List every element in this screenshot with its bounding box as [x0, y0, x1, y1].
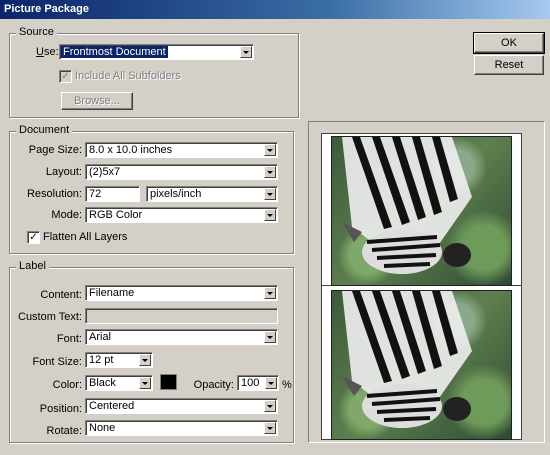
flatten-layers-label: Flatten All Layers	[43, 231, 128, 243]
page-size-label: Page Size:	[28, 144, 82, 156]
color-select[interactable]: Black	[85, 375, 153, 391]
opacity-label: Opacity:	[193, 379, 234, 391]
opacity-select[interactable]: 100	[237, 375, 279, 391]
custom-text-input[interactable]	[85, 308, 278, 324]
chevron-down-icon[interactable]	[139, 377, 151, 389]
reset-button[interactable]: Reset	[474, 55, 544, 75]
rotate-label: Rotate:	[46, 425, 82, 437]
mode-label: Mode:	[51, 209, 82, 221]
custom-text-label: Custom Text:	[18, 311, 82, 323]
content-label: Content:	[40, 289, 82, 301]
resolution-label: Resolution:	[26, 188, 82, 200]
source-legend: Source	[16, 26, 57, 38]
color-value: Black	[89, 377, 116, 389]
page-size-select[interactable]: 8.0 x 10.0 inches	[85, 142, 278, 158]
position-label: Position:	[39, 403, 82, 415]
window-title: Picture Package	[0, 0, 550, 19]
position-select[interactable]: Centered	[85, 398, 278, 414]
zebra-image	[342, 137, 472, 274]
color-label: Color:	[52, 379, 82, 391]
zebra-image	[342, 291, 472, 428]
preview-photo-2	[331, 290, 512, 440]
chevron-down-icon[interactable]	[264, 422, 276, 434]
chevron-down-icon[interactable]	[240, 46, 252, 58]
page-size-value: 8.0 x 10.0 inches	[89, 144, 173, 156]
chevron-down-icon[interactable]	[264, 209, 276, 221]
rotate-value: None	[89, 422, 116, 434]
color-swatch-fill	[161, 375, 176, 389]
layout-select[interactable]: (2)5x7	[85, 164, 278, 180]
label-legend: Label	[16, 260, 49, 272]
color-swatch[interactable]	[160, 374, 177, 390]
use-select[interactable]: Frontmost Document	[59, 44, 254, 60]
use-select-value: Frontmost Document	[61, 46, 168, 58]
chevron-down-icon[interactable]	[264, 144, 276, 156]
font-size-label: Font Size:	[32, 356, 82, 368]
font-size-select[interactable]: 12 pt	[85, 352, 153, 368]
chevron-down-icon[interactable]	[264, 400, 276, 412]
content-select[interactable]: Filename	[85, 285, 278, 301]
chevron-down-icon[interactable]	[264, 188, 276, 200]
mode-select[interactable]: RGB Color	[85, 207, 278, 223]
position-value: Centered	[89, 400, 135, 412]
resolution-unit-select[interactable]: pixels/inch	[146, 186, 278, 202]
document-legend: Document	[16, 124, 73, 136]
layout-value: (2)5x7	[89, 166, 121, 178]
use-label: Use:	[36, 46, 59, 58]
mode-value: RGB Color	[89, 209, 143, 221]
include-subfolders-label: Include All Subfolders	[75, 70, 181, 82]
resolution-unit-value: pixels/inch	[150, 188, 202, 200]
flatten-layers-checkbox[interactable]: ✓	[27, 231, 40, 244]
opacity-unit: %	[282, 379, 292, 391]
content-value: Filename	[89, 287, 135, 299]
chevron-down-icon[interactable]	[264, 166, 276, 178]
layout-label: Layout:	[45, 166, 82, 178]
chevron-down-icon[interactable]	[139, 354, 151, 366]
chevron-down-icon[interactable]	[264, 287, 276, 299]
font-select[interactable]: Arial	[85, 329, 278, 345]
chevron-down-icon[interactable]	[265, 377, 277, 389]
opacity-value: 100	[241, 377, 260, 389]
chevron-down-icon[interactable]	[264, 331, 276, 343]
font-value: Arial	[89, 331, 112, 343]
ok-button[interactable]: OK	[473, 32, 545, 54]
browse-button[interactable]: Browse...	[61, 92, 133, 110]
font-label: Font:	[56, 333, 82, 345]
preview-photo-1	[331, 136, 512, 286]
font-size-value: 12 pt	[89, 354, 114, 366]
rotate-select[interactable]: None	[85, 420, 278, 436]
include-subfolders-checkbox[interactable]: ✓	[59, 70, 72, 83]
resolution-input[interactable]: 72	[85, 186, 140, 202]
